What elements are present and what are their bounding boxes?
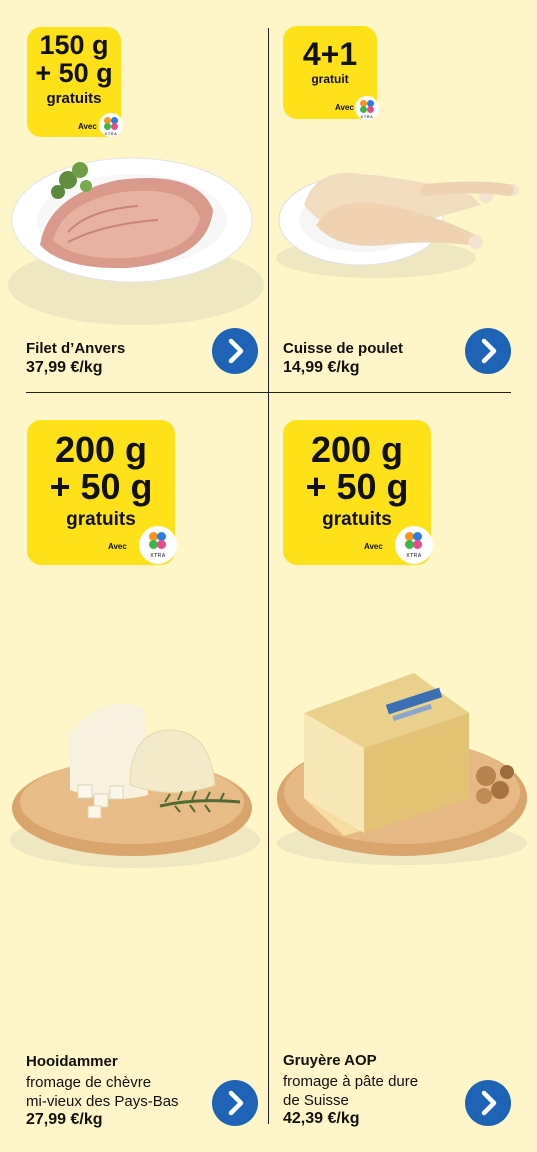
promo-avec-label: Avec bbox=[78, 122, 97, 131]
product-details-button[interactable] bbox=[212, 328, 258, 374]
goat-cheese-board-image bbox=[10, 703, 260, 868]
vertical-divider bbox=[268, 28, 269, 1124]
product-price: 27,99 €/kg bbox=[26, 1111, 103, 1128]
promo-free-label: gratuits bbox=[46, 90, 102, 107]
product-description-line2: de Suisse bbox=[283, 1092, 349, 1109]
product-name: Filet d’Anvers bbox=[26, 340, 126, 357]
promo-quantity: 200 g bbox=[54, 429, 148, 470]
promo-avec-label: Avec bbox=[335, 103, 354, 112]
promo-quantity: 200 g bbox=[310, 429, 404, 470]
xtra-logo-icon: XTRA bbox=[395, 526, 433, 564]
promo-badge: 200 g + 50 g gratuits Avec XTRA bbox=[283, 420, 433, 565]
product-description-line2: mi-vieux des Pays-Bas bbox=[26, 1093, 179, 1110]
promo-avec-label: Avec bbox=[108, 542, 127, 551]
chevron-right-icon bbox=[228, 1090, 244, 1116]
promo-badge: 200 g + 50 g gratuits Avec XTRA bbox=[27, 420, 177, 565]
promo-bonus: + 50 g bbox=[305, 466, 409, 507]
product-details-button[interactable] bbox=[212, 1080, 258, 1126]
chevron-right-icon bbox=[481, 338, 497, 364]
product-name: Cuisse de poulet bbox=[283, 340, 404, 357]
chicken-legs-plate-image bbox=[276, 173, 519, 278]
product-name: Hooidammer bbox=[26, 1053, 118, 1070]
product-price: 14,99 €/kg bbox=[283, 359, 360, 376]
product-description-line1: fromage de chèvre bbox=[26, 1074, 152, 1091]
promo-bonus: + 50 g bbox=[35, 58, 113, 88]
product-price: 37,99 €/kg bbox=[26, 359, 103, 376]
promo-avec-label: Avec bbox=[364, 542, 383, 551]
promo-free-label: gratuit bbox=[311, 72, 349, 86]
chevron-right-icon bbox=[228, 338, 244, 364]
promo-quantity: 150 g bbox=[39, 30, 109, 60]
product-details-button[interactable] bbox=[465, 1080, 511, 1126]
promo-badge: 4+1 gratuit Avec XTRA bbox=[283, 26, 379, 120]
horizontal-divider bbox=[26, 392, 511, 393]
product-description-line1: fromage à pâte dure bbox=[283, 1073, 419, 1090]
sliced-ham-plate-image bbox=[8, 157, 264, 325]
promo-quantity: 4+1 bbox=[302, 36, 358, 72]
promo-bonus: + 50 g bbox=[49, 466, 153, 507]
promo-badge: 150 g + 50 g gratuits Avec XTRA bbox=[27, 27, 123, 137]
product-details-button[interactable] bbox=[465, 328, 511, 374]
xtra-logo-icon: XTRA bbox=[99, 113, 123, 137]
xtra-logo-icon: XTRA bbox=[139, 526, 177, 564]
gruyere-cheese-board-image bbox=[277, 673, 527, 865]
chevron-right-icon bbox=[481, 1090, 497, 1116]
product-price: 42,39 €/kg bbox=[283, 1110, 360, 1127]
product-name: Gruyère AOP bbox=[283, 1052, 377, 1069]
xtra-logo-icon: XTRA bbox=[355, 96, 379, 120]
